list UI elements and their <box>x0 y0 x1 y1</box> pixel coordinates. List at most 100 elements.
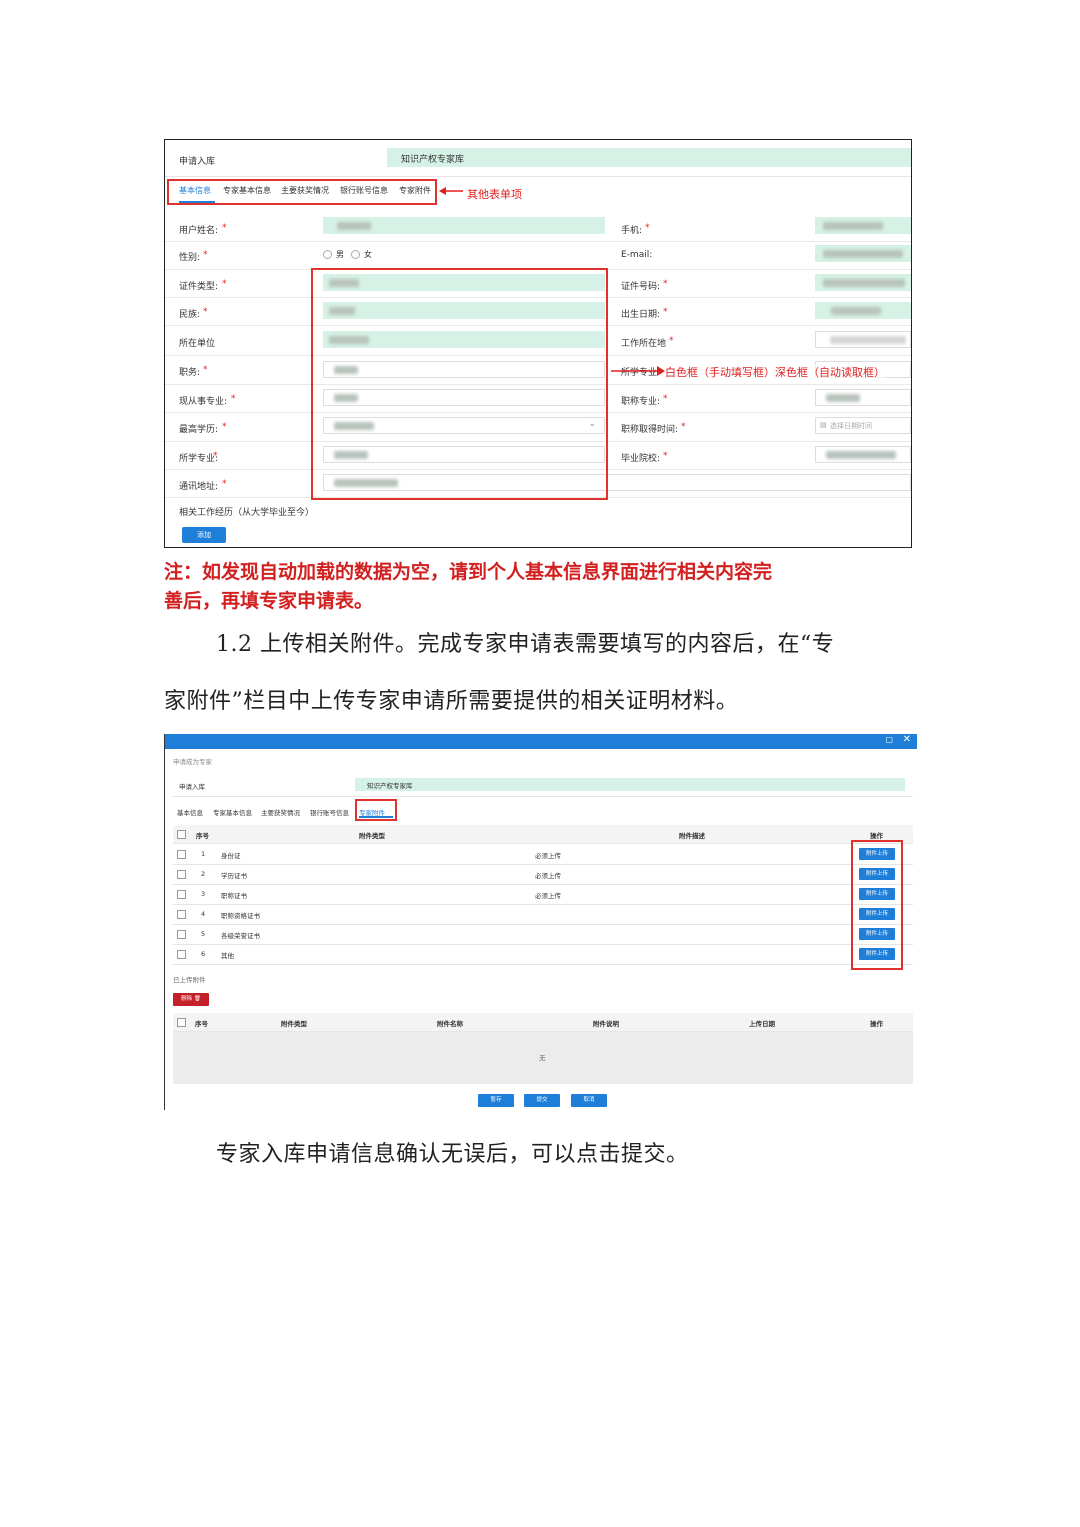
select-all-checkbox[interactable] <box>177 1018 186 1027</box>
table-row: 6 其他 附件上传 <box>173 944 913 965</box>
birthdate-field <box>815 302 911 319</box>
required-mark: * <box>213 451 218 461</box>
active-tab-underline <box>359 816 393 818</box>
column-header: 附件描述 <box>679 832 705 840</box>
required-mark: * <box>222 279 227 289</box>
tab-awards[interactable]: 主要获奖情况 <box>261 807 300 817</box>
field-label: 职称专业: <box>621 397 661 407</box>
required-mark: * <box>645 223 650 233</box>
field-label: 用户姓名: <box>179 226 219 236</box>
close-icon[interactable]: ✕ <box>903 734 911 745</box>
row-number: 2 <box>201 870 206 878</box>
field-label: E-mail: <box>621 250 653 260</box>
work-history-label: 相关工作经历（从大学毕业至今） <box>179 508 315 518</box>
row-desc: 必须上传 <box>535 852 561 860</box>
row-number: 3 <box>201 890 206 898</box>
tab-basic-info[interactable]: 基本信息 <box>177 807 203 817</box>
row-type: 职称资格证书 <box>221 912 260 920</box>
tab-expert-info[interactable]: 专家基本信息 <box>223 185 271 196</box>
title-major-field[interactable] <box>815 389 911 406</box>
row-checkbox[interactable] <box>177 950 186 959</box>
calendar-icon: ▤ <box>820 421 827 429</box>
row-checkbox[interactable] <box>177 930 186 939</box>
field-label: 手机: <box>621 226 643 236</box>
gender-female-label: 女 <box>364 250 372 259</box>
white-field-highlight <box>311 268 608 500</box>
table-row: 2 学历证书 必须上传 附件上传 <box>173 864 913 885</box>
trash-icon: 🗑 <box>193 996 201 1002</box>
delete-button[interactable]: 删除 🗑 <box>173 993 209 1006</box>
row-number: 1 <box>201 850 206 858</box>
uploaded-label: 已上传附件 <box>173 976 206 984</box>
table-row: 4 职称资格证书 附件上传 <box>173 904 913 925</box>
submit-button[interactable]: 提交 <box>524 1094 560 1107</box>
row-checkbox[interactable] <box>177 850 186 859</box>
paragraph-1-line-2: 家附件”栏目中上传专家申请所需要提供的相关证明材料。 <box>164 689 739 714</box>
maximize-icon[interactable]: ▢ <box>885 735 893 744</box>
required-mark: * <box>203 250 208 260</box>
row-checkbox[interactable] <box>177 890 186 899</box>
apply-row: 申请入库 知识产权专家库 <box>173 772 913 797</box>
tab-attachments[interactable]: 专家附件 <box>399 185 431 196</box>
uploaded-table-body: 无 <box>173 1032 913 1084</box>
paragraph-1-line-1: 1.2 上传相关附件。完成专家申请表需要填写的内容后，在“专 <box>216 632 835 657</box>
row-number: 6 <box>201 950 206 958</box>
attachment-window-screenshot: ▢ ✕ 申请成为专家 申请入库 知识产权专家库 基本信息 专家基本信息 主要获奖… <box>164 734 917 1110</box>
tab-expert-info[interactable]: 专家基本信息 <box>213 807 252 817</box>
field-label: 毕业院校: <box>621 454 661 464</box>
apply-label: 申请入库 <box>179 157 216 167</box>
row-type: 学历证书 <box>221 872 247 880</box>
library-value: 知识产权专家库 <box>401 155 465 165</box>
row-number: 5 <box>201 930 206 938</box>
required-mark: * <box>663 307 668 317</box>
column-header: 附件类型 <box>281 1020 307 1028</box>
email-field <box>815 245 911 262</box>
required-mark: * <box>222 479 227 489</box>
row-checkbox[interactable] <box>177 910 186 919</box>
library-field: 知识产权专家库 <box>387 148 911 167</box>
column-header: 序号 <box>195 1020 208 1028</box>
delete-button-label: 删除 <box>181 996 193 1002</box>
column-header: 附件说明 <box>593 1020 619 1028</box>
row-desc: 必须上传 <box>535 892 561 900</box>
work-location-field[interactable] <box>815 331 911 348</box>
active-tab-highlight <box>355 799 397 821</box>
radio-male[interactable] <box>323 250 332 259</box>
add-button[interactable]: 添加 <box>182 527 226 543</box>
required-mark: * <box>231 394 236 404</box>
cancel-button[interactable]: 取消 <box>571 1094 607 1107</box>
field-label: 通讯地址: <box>179 482 219 492</box>
gender-male-label: 男 <box>336 250 344 259</box>
row-checkbox[interactable] <box>177 870 186 879</box>
column-header: 上传日期 <box>749 1020 775 1028</box>
date-placeholder: 选择日期时间 <box>830 422 872 430</box>
radio-female[interactable] <box>351 250 360 259</box>
column-header: 序号 <box>196 832 209 840</box>
required-mark: * <box>669 336 674 346</box>
column-header: 附件名称 <box>437 1020 463 1028</box>
tabs-annotation: 其他表单项 <box>467 188 522 201</box>
apply-label: 申请入库 <box>179 783 205 791</box>
form-tabs: 基本信息 专家基本信息 主要获奖情况 银行账号信息 专家附件 <box>173 799 913 821</box>
uploaded-table-header: 序号 附件类型 附件名称 附件说明 上传日期 操作 <box>173 1013 913 1032</box>
school-field[interactable] <box>815 446 911 463</box>
window-title: 申请成为专家 <box>173 758 212 766</box>
field-label: 现从事专业: <box>179 397 228 407</box>
expert-form-screenshot: 申请入库 知识产权专家库 基本信息 专家基本信息 主要获奖情况 银行账号信息 专… <box>164 139 912 548</box>
save-draft-button[interactable]: 暂存 <box>478 1094 514 1107</box>
tab-basic-info[interactable]: 基本信息 <box>179 185 211 196</box>
note-line-2: 善后，再填专家申请表。 <box>164 590 374 612</box>
tab-bank-info[interactable]: 银行账号信息 <box>310 807 349 817</box>
tab-bank-info[interactable]: 银行账号信息 <box>340 185 388 196</box>
field-label: 出生日期: <box>621 310 661 320</box>
field-label: 职务: <box>179 368 201 378</box>
apply-row: 申请入库 知识产权专家库 <box>165 140 911 177</box>
title-date-field[interactable]: ▤ 选择日期时间 <box>815 417 911 434</box>
arrow-left-icon <box>439 187 463 195</box>
select-all-checkbox[interactable] <box>177 830 186 839</box>
table-row: 3 职称证书 必须上传 附件上传 <box>173 884 913 905</box>
work-history-row: 相关工作经历（从大学毕业至今） <box>165 497 911 521</box>
column-header: 操作 <box>870 832 883 840</box>
tab-awards[interactable]: 主要获奖情况 <box>281 185 329 196</box>
field-label: 最高学历: <box>179 425 219 435</box>
